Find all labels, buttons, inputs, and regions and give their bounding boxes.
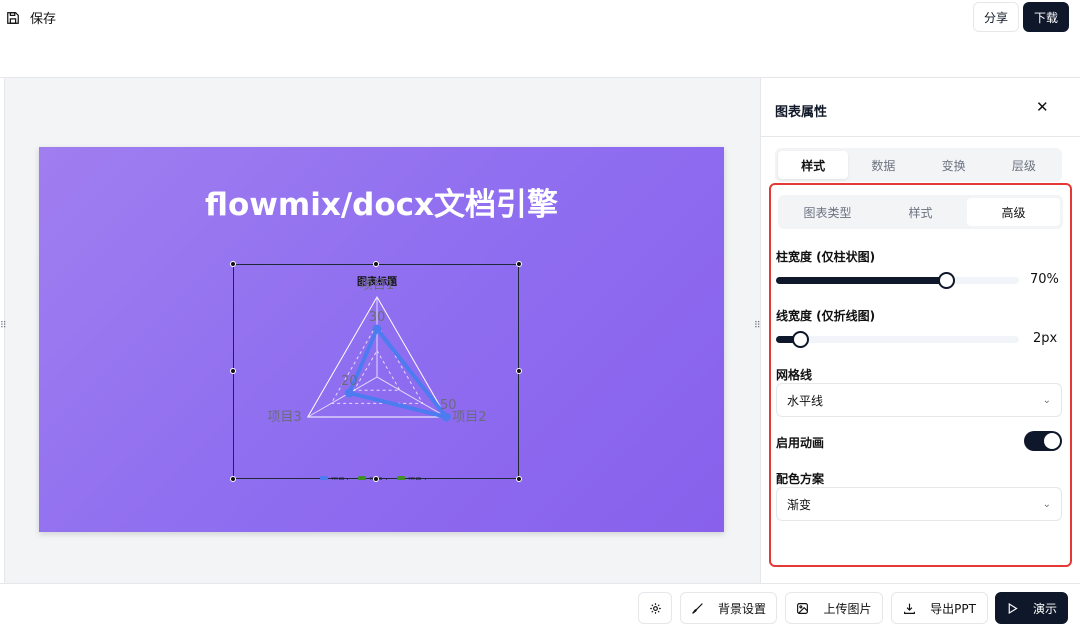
legend-label: 项目3 — [408, 477, 426, 480]
bottom-toolbar: 背景设置 上传图片 导出PPT 演示 — [0, 583, 1080, 630]
tab-transform[interactable]: 变换 — [919, 151, 989, 179]
save-icon — [7, 11, 19, 24]
resize-handle-t[interactable] — [373, 261, 379, 267]
upload-image-label: 上传图片 — [823, 601, 872, 616]
legend-swatch — [320, 476, 328, 480]
axis-label: 项目2 — [452, 410, 486, 425]
style-subtabs: 图表类型 样式 高级 — [778, 195, 1063, 229]
image-icon — [797, 602, 809, 614]
line-width-value: 2px — [1033, 331, 1058, 346]
property-tabs: 样式 数据 变换 层级 — [775, 148, 1062, 182]
legend-swatch — [358, 476, 366, 480]
bar-width-value: 70% — [1030, 272, 1059, 287]
subtab-style[interactable]: 样式 — [874, 198, 967, 226]
line-width-slider[interactable] — [776, 331, 1019, 348]
bar-width-slider[interactable] — [776, 272, 1019, 289]
palette-select[interactable]: 渐变 ⌄ — [776, 487, 1062, 521]
canvas-area: ⠿ ⠿ flowmix/docx文档引擎 图表标题 项目1 项目2 项目3 30 50 20… — [0, 78, 761, 583]
radar-chart[interactable]: 图表标题项目1项目2项目3305020项目1项目2项目3 — [234, 265, 520, 480]
resize-handle-br[interactable] — [516, 476, 522, 482]
legend-label: 项目1 — [331, 477, 349, 480]
export-ppt-button[interactable]: 导出PPT — [891, 592, 988, 624]
chevron-down-icon: ⌄ — [1042, 394, 1051, 406]
settings-button[interactable] — [638, 592, 672, 624]
bar-width-fill — [776, 277, 947, 284]
upload-image-button[interactable]: 上传图片 — [785, 592, 883, 624]
bar-width-thumb[interactable] — [938, 272, 956, 289]
panel-title: 图表属性 — [775, 105, 828, 120]
export-ppt-label: 导出PPT — [930, 601, 976, 616]
present-button[interactable]: 演示 — [995, 592, 1068, 624]
line-width-label: 线宽度 (仅折线图) — [776, 309, 876, 323]
bar-width-label: 柱宽度 (仅柱状图) — [776, 250, 876, 264]
top-bar: 保存 分享 下载 — [0, 0, 1080, 78]
highlight-box: 图表类型 样式 高级 柱宽度 (仅柱状图) 70% 线宽度 (仅折线图) 2px… — [769, 183, 1072, 567]
data-point — [372, 324, 382, 334]
tab-data[interactable]: 数据 — [848, 151, 918, 179]
slide-title[interactable]: flowmix/docx文档引擎 — [39, 179, 724, 224]
resize-handle-l[interactable] — [230, 368, 236, 374]
resize-handle-r[interactable] — [516, 368, 522, 374]
resize-handle-tr[interactable] — [516, 261, 522, 267]
resize-handle-tl[interactable] — [230, 261, 236, 267]
grid-spoke — [376, 376, 447, 418]
chart-properties-panel: 图表属性 ✕ 样式 数据 变换 层级 图表类型 样式 高级 柱宽度 (仅柱状图)… — [760, 78, 1080, 583]
download-button[interactable]: 下载 — [1023, 2, 1069, 32]
grid-label: 网格线 — [776, 368, 813, 382]
toggle-knob — [1044, 433, 1060, 449]
play-icon — [1008, 602, 1018, 614]
gear-icon — [649, 602, 661, 614]
share-button[interactable]: 分享 — [973, 2, 1019, 32]
tab-style[interactable]: 样式 — [778, 151, 849, 179]
animation-label: 启用动画 — [776, 436, 825, 450]
tab-layer[interactable]: 层级 — [989, 151, 1059, 179]
subtab-advanced[interactable]: 高级 — [967, 198, 1060, 226]
close-icon[interactable]: ✕ — [1036, 98, 1049, 116]
data-point — [344, 388, 354, 398]
present-label: 演示 — [1032, 601, 1057, 616]
palette-label: 配色方案 — [776, 472, 825, 486]
save-label: 保存 — [30, 12, 57, 27]
palette-select-value: 渐变 — [787, 497, 812, 512]
grid-select-value: 水平线 — [787, 393, 824, 408]
download-icon — [904, 603, 916, 614]
left-resize-handle[interactable]: ⠿ — [0, 321, 7, 331]
data-label: 50 — [440, 398, 457, 413]
data-label: 30 — [369, 310, 386, 325]
animation-toggle[interactable] — [1024, 431, 1062, 451]
line-width-thumb[interactable] — [792, 331, 810, 348]
background-settings-label: 背景设置 — [717, 601, 766, 616]
brush-icon — [692, 602, 703, 614]
divider — [761, 136, 1080, 137]
data-point — [441, 412, 451, 422]
slide[interactable]: flowmix/docx文档引擎 图表标题项目1项目2项目3305020项目1项… — [39, 147, 724, 532]
resize-handle-bl[interactable] — [230, 476, 236, 482]
legend-swatch — [397, 476, 405, 480]
data-label: 20 — [341, 374, 358, 389]
save-button[interactable]: 保存 — [6, 8, 56, 27]
background-settings-button[interactable]: 背景设置 — [680, 592, 777, 624]
grid-select[interactable]: 水平线 ⌄ — [776, 383, 1062, 417]
axis-label: 项目1 — [360, 278, 394, 293]
axis-label: 项目3 — [267, 410, 301, 425]
chart-selection-box[interactable]: 图表标题项目1项目2项目3305020项目1项目2项目3 — [233, 264, 520, 480]
resize-handle-b[interactable] — [373, 476, 379, 482]
subtab-chart-type[interactable]: 图表类型 — [781, 198, 874, 226]
chevron-down-icon: ⌄ — [1042, 498, 1051, 510]
